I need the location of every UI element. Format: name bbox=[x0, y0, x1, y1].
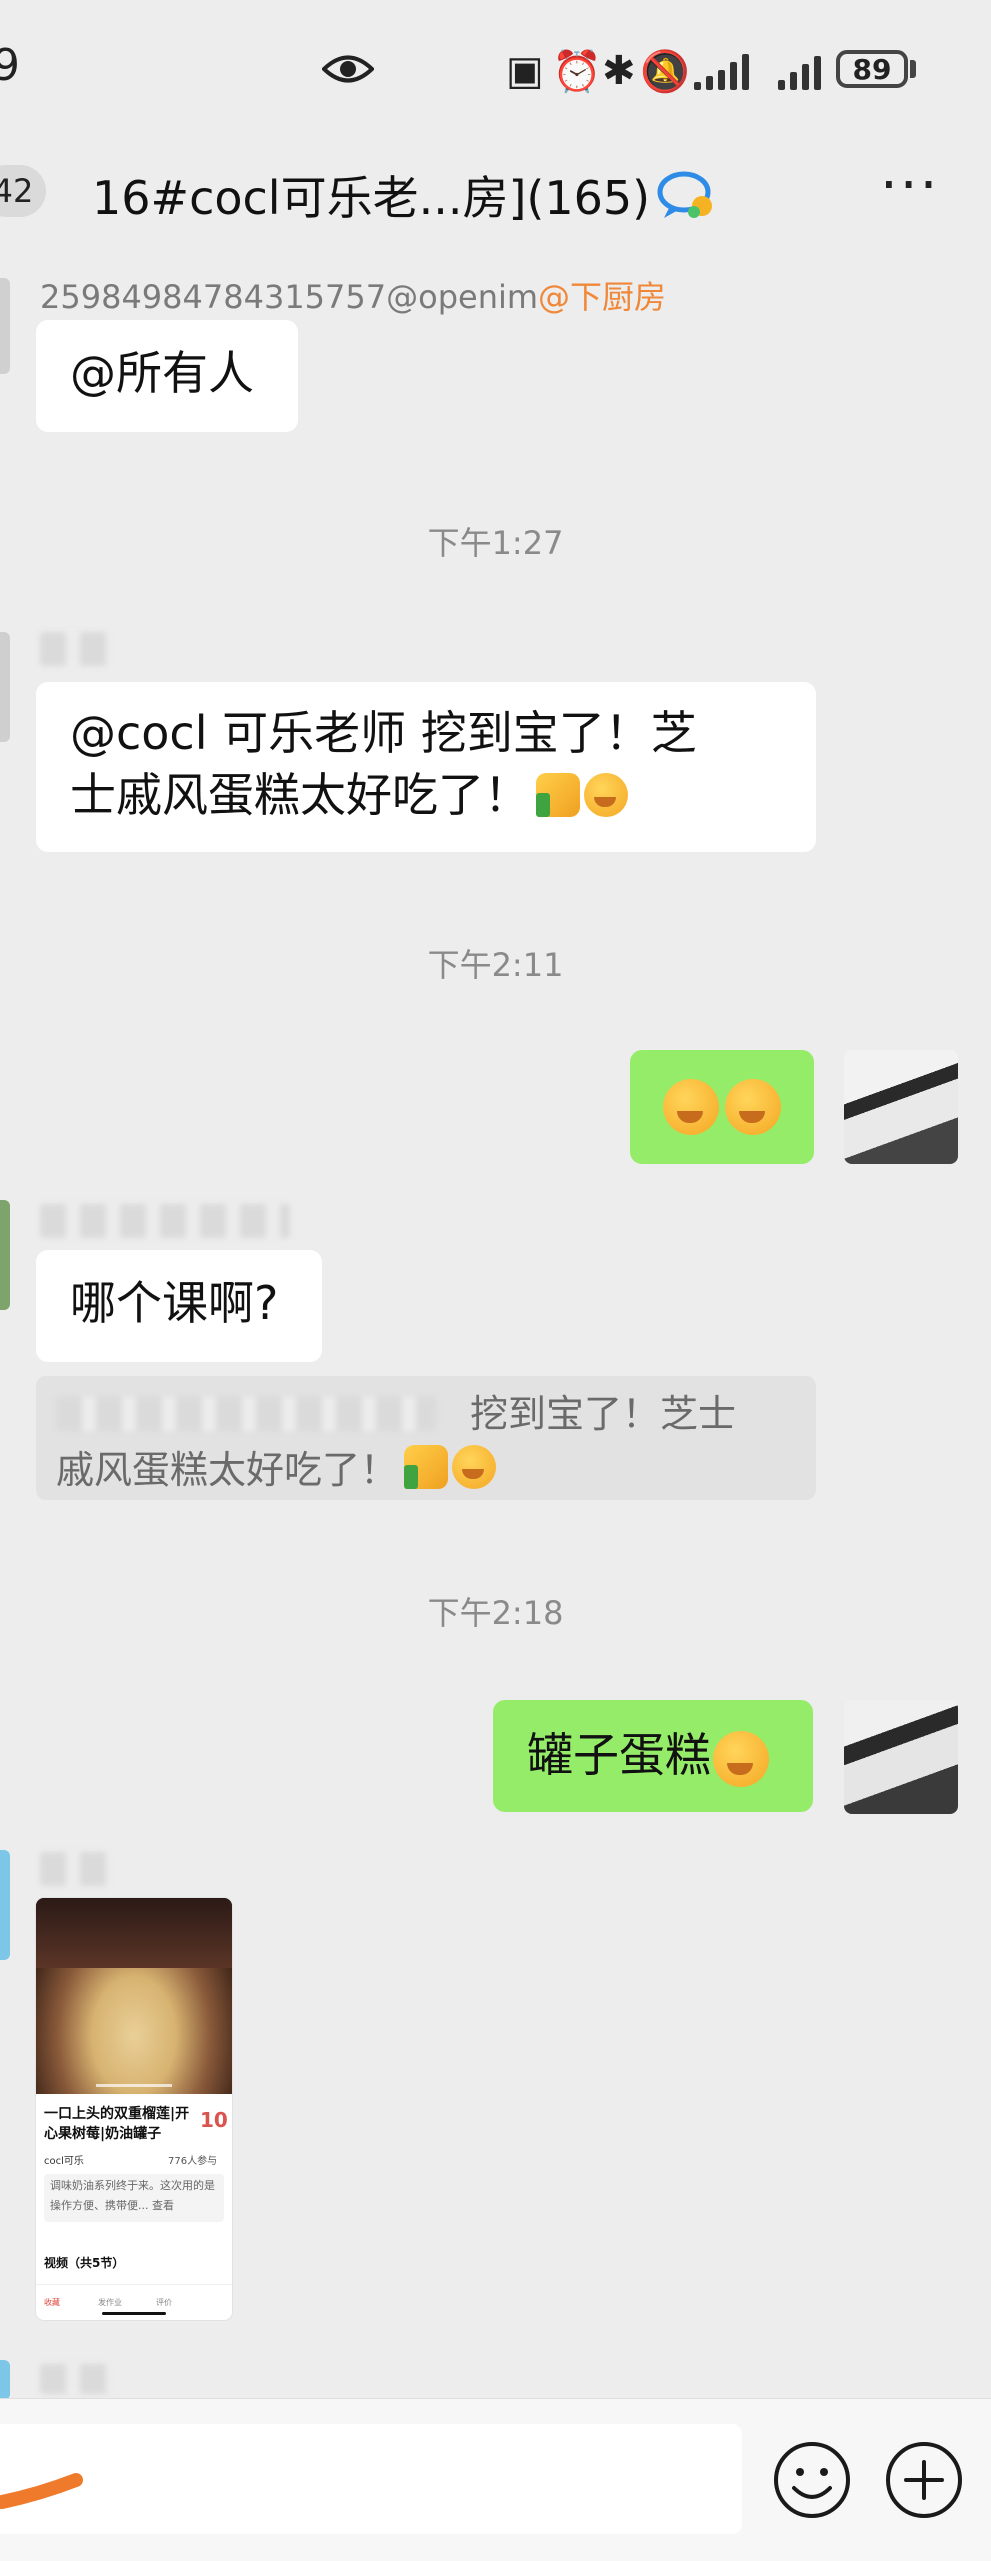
battery-indicator: 89 bbox=[836, 50, 908, 88]
timestamp: 下午2:11 bbox=[427, 946, 564, 984]
mention-tag: @下厨房 bbox=[538, 278, 667, 316]
group-chat-icon bbox=[657, 171, 712, 218]
card-home-indicator bbox=[102, 2312, 166, 2315]
card-participants: 776人参与 bbox=[168, 2156, 218, 2167]
shy-emoji bbox=[663, 1079, 719, 1135]
quote-line: 戚风蛋糕太好吃了！ bbox=[56, 1442, 796, 1498]
message-bubble[interactable]: 哪个课啊? bbox=[36, 1250, 322, 1362]
avatar[interactable] bbox=[0, 1850, 10, 1960]
own-message-bubble[interactable]: 罐子蛋糕 bbox=[493, 1700, 813, 1812]
message-text-line: @cocl 可乐老师 挖到宝了！芝 bbox=[70, 706, 697, 760]
card-author: cocl可乐 bbox=[44, 2156, 84, 2167]
add-button[interactable] bbox=[884, 2440, 964, 2520]
eye-icon bbox=[322, 55, 374, 83]
sender-name-blurred bbox=[40, 1204, 290, 1238]
status-bar: 9 ▣ ⏰ ✱ 🔕 89 bbox=[0, 0, 991, 140]
shy-emoji bbox=[584, 773, 628, 817]
mute-icon: 🔕 bbox=[640, 49, 690, 95]
sender-name: 25984984784315757@openim@下厨房 bbox=[40, 278, 667, 316]
avatar[interactable] bbox=[0, 278, 10, 374]
battery-tip bbox=[910, 60, 916, 78]
back-unread-badge[interactable]: 42 bbox=[0, 165, 46, 217]
card-favorite: 收藏 bbox=[44, 2298, 60, 2307]
quote-line: 挖到宝了！芝士 bbox=[56, 1386, 796, 1442]
avatar[interactable] bbox=[0, 1200, 10, 1310]
message-bubble[interactable]: @cocl 可乐老师 挖到宝了！芝 士戚风蛋糕太好吃了！ bbox=[36, 682, 816, 852]
avatar[interactable] bbox=[0, 632, 10, 742]
avatar[interactable] bbox=[0, 2360, 10, 2400]
own-message-bubble[interactable] bbox=[630, 1050, 814, 1164]
card-title: 一口上头的双重榴莲|开心果树莓|奶油罐子 bbox=[44, 2106, 190, 2142]
own-avatar[interactable] bbox=[844, 1050, 958, 1164]
sender-name-blurred bbox=[40, 632, 110, 666]
nfc-icon: ▣ bbox=[506, 48, 544, 94]
card-description: 调味奶油系列终于来。这次用的是操作方便、携带便... 查看 bbox=[44, 2174, 224, 2222]
sender-name-blurred bbox=[40, 2364, 110, 2394]
thumbs-up-emoji bbox=[404, 1445, 449, 1489]
timestamp: 下午1:27 bbox=[427, 524, 564, 562]
bluetooth-icon: ✱ bbox=[602, 48, 636, 94]
card-homework: 发作业 bbox=[98, 2298, 122, 2307]
course-card[interactable]: 一口上头的双重榴莲|开心果树莓|奶油罐子 10 cocl可乐 776人参与 调味… bbox=[36, 1898, 232, 2320]
message-bubble[interactable]: @所有人 bbox=[36, 320, 298, 432]
status-time: 9 bbox=[0, 40, 20, 91]
chat-title[interactable]: 16#cocl可乐老...房](165) bbox=[92, 162, 650, 228]
thinking-emoji bbox=[713, 1730, 769, 1787]
signal-icon bbox=[694, 50, 749, 90]
shy-emoji bbox=[452, 1445, 497, 1489]
voice-indicator bbox=[0, 2473, 83, 2509]
quoted-message[interactable]: 挖到宝了！芝士 戚风蛋糕太好吃了！ bbox=[36, 1376, 816, 1500]
alarm-icon: ⏰ bbox=[552, 49, 602, 95]
own-avatar[interactable] bbox=[844, 1700, 958, 1814]
card-section: 视频（共5节） bbox=[44, 2256, 125, 2270]
sender-name-blurred bbox=[40, 1852, 110, 1886]
message-text-line: 士戚风蛋糕太好吃了！ bbox=[70, 764, 782, 826]
thumbs-up-emoji bbox=[536, 773, 580, 817]
card-lesson-count: 10 bbox=[200, 2108, 228, 2132]
quote-name-blurred bbox=[56, 1397, 436, 1431]
shy-emoji bbox=[725, 1079, 781, 1135]
card-review: 评价 bbox=[156, 2298, 172, 2307]
timestamp: 下午2:18 bbox=[427, 1594, 564, 1632]
message-input[interactable] bbox=[0, 2424, 742, 2534]
card-video-progress bbox=[96, 2084, 172, 2087]
emoji-button[interactable] bbox=[772, 2440, 852, 2520]
signal-icon bbox=[778, 50, 821, 90]
card-image-top bbox=[36, 1898, 232, 1968]
